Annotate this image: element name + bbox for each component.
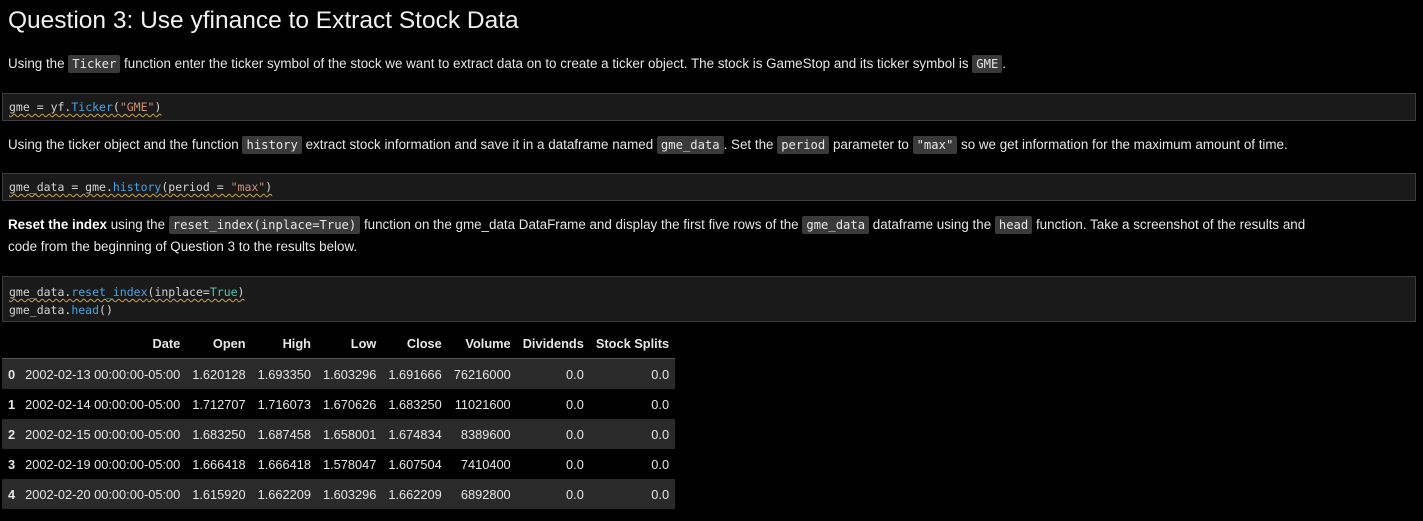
text: .: [1002, 56, 1007, 71]
table-cell: 1.674834: [382, 419, 448, 449]
text: using the: [106, 217, 169, 232]
table-row: 2 2002-02-15 00:00:00-05:00 1.683250 1.6874…: [2, 419, 676, 449]
table-cell: 1.578047: [317, 449, 383, 479]
column-header-date: Date: [19, 328, 187, 359]
text: function enter the ticker symbol of the …: [120, 56, 973, 71]
table-cell: 1.620128: [186, 358, 252, 389]
row-index: 2: [2, 419, 20, 449]
inline-code-head: head: [994, 216, 1033, 234]
table-row: 0 2002-02-13 00:00:00-05:00 1.620128 1.6933…: [2, 358, 676, 389]
table-cell: 1.683250: [382, 389, 448, 419]
table-row: 3 2002-02-19 00:00:00-05:00 1.666418 1.6664…: [2, 449, 676, 479]
table-cell: 2002-02-19 00:00:00-05:00: [19, 449, 187, 479]
text: dataframe using the: [869, 217, 995, 232]
column-header-volume: Volume: [447, 328, 517, 359]
table-cell: 0.0: [516, 419, 590, 449]
table-cell: 11021600: [447, 389, 517, 419]
instruction-paragraph-3: Reset the index using the reset_index(in…: [8, 214, 1305, 236]
column-header-stock-splits: Stock Splits: [589, 328, 676, 359]
row-index: 0: [2, 358, 20, 389]
table-cell: 1.693350: [251, 358, 317, 389]
column-header-dividends: Dividends: [516, 328, 590, 359]
column-header-high: High: [251, 328, 317, 359]
table-cell: 8389600: [447, 419, 517, 449]
bold-text: Reset the index: [8, 217, 107, 232]
dataframe-output-table: Date Open High Low Close Volume Dividends Stock…: [2, 328, 676, 509]
table-cell: 1.607504: [382, 449, 448, 479]
table-cell: 1.603296: [317, 358, 383, 389]
instruction-paragraph-3-line-2: code from the beginning of Question 3 to…: [8, 239, 358, 254]
text: . Set the: [723, 137, 778, 152]
table-cell: 0.0: [589, 479, 676, 509]
table-cell: 0.0: [589, 389, 676, 419]
table-cell: 76216000: [447, 358, 517, 389]
table-cell: 1.658001: [317, 419, 383, 449]
inline-code-gme-data: gme_data: [802, 216, 870, 234]
table-row: 4 2002-02-20 00:00:00-05:00 1.615920 1.6622…: [2, 479, 676, 509]
inline-code-reset-index: reset_index(inplace=True): [168, 216, 361, 234]
code-cell-1[interactable]: gme = yf.Ticker("GME"): [2, 93, 1416, 121]
text: Using the ticker object and the function: [8, 137, 243, 152]
text: function on the gme_data DataFrame and d…: [360, 217, 803, 232]
table-cell: 2002-02-13 00:00:00-05:00: [19, 358, 187, 389]
table-cell: 1.691666: [382, 358, 448, 389]
inline-code-gme: GME: [972, 55, 1003, 73]
code-line-1: gme_data = gme.history(period = "max"): [9, 180, 273, 194]
table-cell: 0.0: [589, 449, 676, 479]
code-line-1: gme_data.reset_index(inplace=True): [9, 285, 245, 299]
table-cell: 1.716073: [251, 389, 317, 419]
row-index: 1: [2, 389, 20, 419]
table-cell: 2002-02-15 00:00:00-05:00: [19, 419, 187, 449]
table-cell: 1.712707: [186, 389, 252, 419]
text: so we get information for the maximum am…: [957, 137, 1288, 152]
text: function. Take a screenshot of the resul…: [1032, 217, 1306, 232]
table-cell: 0.0: [516, 449, 590, 479]
table-cell: 1.666418: [186, 449, 252, 479]
inline-code-ticker: Ticker: [68, 55, 121, 73]
table-cell: 0.0: [589, 358, 676, 389]
text: parameter to: [829, 137, 913, 152]
row-index: 3: [2, 449, 20, 479]
index-header: [2, 328, 20, 359]
table-header-row: Date Open High Low Close Volume Dividends Stock…: [2, 328, 676, 359]
code-line-1: gme = yf.Ticker("GME"): [9, 100, 162, 114]
column-header-low: Low: [317, 328, 383, 359]
text: Using the: [8, 56, 69, 71]
table-cell: 2002-02-14 00:00:00-05:00: [19, 389, 187, 419]
table-row: 1 2002-02-14 00:00:00-05:00 1.712707 1.7160…: [2, 389, 676, 419]
table-cell: 7410400: [447, 449, 517, 479]
table-cell: 1.666418: [251, 449, 317, 479]
inline-code-history: history: [242, 136, 302, 154]
table-cell: 0.0: [516, 479, 590, 509]
table-cell: 1.603296: [317, 479, 383, 509]
instruction-paragraph-2: Using the ticker object and the function…: [8, 134, 1288, 156]
text: extract stock information and save it in…: [301, 137, 657, 152]
table-cell: 6892800: [447, 479, 517, 509]
table-cell: 1.687458: [251, 419, 317, 449]
section-heading: Question 3: Use yfinance to Extract Stoc…: [8, 7, 519, 34]
table-cell: 1.662209: [251, 479, 317, 509]
inline-code-period: period: [777, 136, 830, 154]
row-index: 4: [2, 479, 20, 509]
inline-code-gme-data: gme_data: [656, 136, 724, 154]
table-cell: 1.662209: [382, 479, 448, 509]
code-line-2: gme_data.head(): [9, 303, 113, 317]
inline-code-max: "max": [912, 136, 958, 154]
code-cell-3[interactable]: gme_data.reset_index(inplace=True) gme_d…: [2, 276, 1416, 322]
table-cell: 1.670626: [317, 389, 383, 419]
table-cell: 0.0: [516, 389, 590, 419]
instruction-paragraph-1: Using the Ticker function enter the tick…: [8, 53, 1006, 75]
table-cell: 1.683250: [186, 419, 252, 449]
table-cell: 2002-02-20 00:00:00-05:00: [19, 479, 187, 509]
code-cell-2[interactable]: gme_data = gme.history(period = "max"): [2, 173, 1416, 201]
column-header-close: Close: [382, 328, 448, 359]
table-cell: 0.0: [516, 358, 590, 389]
column-header-open: Open: [186, 328, 252, 359]
table-cell: 0.0: [589, 419, 676, 449]
table-cell: 1.615920: [186, 479, 252, 509]
